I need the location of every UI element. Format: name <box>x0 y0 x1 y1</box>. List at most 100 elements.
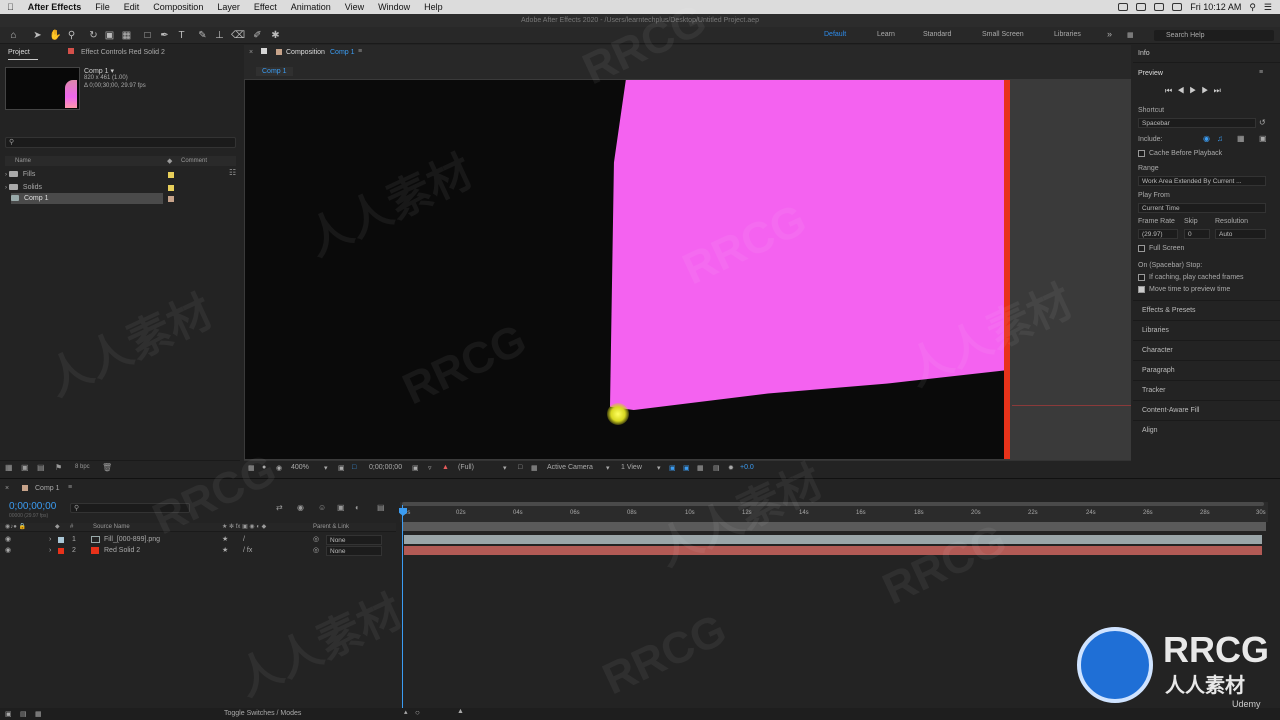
wifi-icon[interactable] <box>1154 3 1165 11</box>
timeline-current-time[interactable]: 0;00;00;00 <box>9 501 56 512</box>
zoom-in-icon[interactable]: ▲ <box>457 708 464 715</box>
section-character[interactable]: Character <box>1133 340 1280 360</box>
menu-file[interactable]: File <box>88 2 117 12</box>
col-source-name[interactable]: Source Name <box>93 524 130 530</box>
channel-icon[interactable]: ▲ <box>442 464 449 471</box>
work-area-bar[interactable] <box>402 522 1266 531</box>
snapshot-icon[interactable]: ● <box>262 464 266 471</box>
workspace-standard[interactable]: Standard <box>923 31 951 38</box>
region-of-interest-icon[interactable]: □ <box>518 464 522 471</box>
effects-switch-icon[interactable]: / fx <box>243 545 252 556</box>
label-color[interactable] <box>168 185 174 191</box>
timeline-comp-tab[interactable]: Comp 1 <box>35 485 60 492</box>
adjust-icon[interactable]: ⚑ <box>55 463 62 472</box>
new-folder-icon[interactable]: ▣ <box>21 463 29 472</box>
tab-project[interactable]: Project <box>8 49 30 56</box>
dropbox-icon[interactable] <box>1136 3 1147 11</box>
shy-switch-icon[interactable]: ★ <box>222 534 228 545</box>
interpret-footage-icon[interactable]: ▦ <box>5 463 13 472</box>
section-paragraph[interactable]: Paragraph <box>1133 360 1280 380</box>
show-snapshot-icon[interactable]: ▿ <box>428 464 432 472</box>
panel-menu-icon[interactable]: ≡ <box>68 484 72 491</box>
section-tracker[interactable]: Tracker <box>1133 380 1280 400</box>
frame-icon[interactable]: ▦ <box>35 710 42 718</box>
shy-icon[interactable]: ☺ <box>318 503 326 512</box>
if-caching-checkbox[interactable] <box>1138 274 1145 281</box>
label-color[interactable] <box>168 196 174 202</box>
visibility-eye-icon[interactable]: ◉ <box>5 545 11 556</box>
menu-app[interactable]: After Effects <box>21 2 89 12</box>
fit-icon[interactable]: ▣ <box>338 464 345 472</box>
chevron-down-icon[interactable]: ▾ <box>606 464 610 472</box>
chevron-down-icon[interactable]: ▾ <box>657 464 661 472</box>
camera-snapshot-icon[interactable]: ▣ <box>412 464 419 472</box>
chevron-down-icon[interactable]: ▾ <box>324 464 328 472</box>
close-icon[interactable]: × <box>249 49 253 56</box>
resolution-select[interactable]: Auto <box>1215 229 1266 239</box>
chevron-right-icon[interactable]: › <box>5 172 7 178</box>
motion-blur-icon[interactable]: ◐ <box>355 503 360 512</box>
panel-menu-icon[interactable]: ≡ <box>358 48 362 55</box>
visibility-eye-icon[interactable]: ◉ <box>5 534 11 545</box>
label-tag-icon[interactable]: ◆ <box>167 157 172 165</box>
cache-before-playback-checkbox[interactable] <box>1138 150 1145 157</box>
parent-select[interactable]: None <box>326 546 382 556</box>
col-number[interactable]: # <box>70 524 73 530</box>
project-search-input[interactable]: ⚲ <box>5 137 236 148</box>
lock-icon[interactable] <box>261 48 267 54</box>
battery-icon[interactable] <box>1172 3 1183 11</box>
draft-3d-icon[interactable]: ◉ <box>297 503 304 512</box>
zoom-slider[interactable]: ○ <box>415 708 420 717</box>
workspace-small-screen[interactable]: Small Screen <box>982 31 1024 38</box>
new-comp-icon[interactable]: ▤ <box>37 463 45 472</box>
col-parent[interactable]: Parent & Link <box>313 524 349 530</box>
menu-view[interactable]: View <box>338 2 371 12</box>
rotate-tool-icon[interactable]: ↻ <box>88 30 99 41</box>
pink-fill-layer[interactable] <box>610 80 1005 410</box>
comp-canvas[interactable] <box>245 80 1005 459</box>
selection-tool-icon[interactable]: ➤ <box>32 30 43 41</box>
shy-switch-icon[interactable]: ★ <box>222 545 228 556</box>
red-solid-layer-edge[interactable] <box>1004 80 1010 459</box>
workspace-learn[interactable]: Learn <box>877 31 895 38</box>
layer-row-1[interactable]: ◉ › 1 Fill_[000-899].png ★ / ◎ None <box>0 534 396 545</box>
parent-select[interactable]: None <box>326 535 382 545</box>
fast-preview-icon[interactable]: ▦ <box>697 464 704 472</box>
trash-icon[interactable]: 🗑 <box>102 463 112 472</box>
range-select[interactable]: Work Area Extended By Current ... <box>1138 176 1266 186</box>
layer-row-2[interactable]: ◉ › 2 Red Solid 2 ★ / fx ◎ None <box>0 545 396 556</box>
label-color[interactable] <box>168 172 174 178</box>
menu-window[interactable]: Window <box>371 2 417 12</box>
pick-whip-icon[interactable]: ◎ <box>313 534 319 545</box>
eraser-tool-icon[interactable]: ⌫ <box>231 30 245 41</box>
menu-layer[interactable]: Layer <box>210 2 247 12</box>
camera-tool-icon[interactable]: ▣ <box>104 30 115 41</box>
flowchart-icon[interactable]: ☷ <box>229 168 236 177</box>
col-name[interactable]: Name <box>15 158 31 164</box>
exposure-reset-icon[interactable]: ✹ <box>728 464 734 472</box>
project-item-comp-1[interactable]: Comp 1 <box>11 193 163 204</box>
menu-effect[interactable]: Effect <box>247 2 284 12</box>
reset-icon[interactable]: ↺ <box>1259 118 1266 127</box>
tab-composition-name[interactable]: Comp 1 <box>330 49 355 56</box>
composition-viewer[interactable] <box>244 79 1131 460</box>
layer-label-color[interactable] <box>58 537 64 543</box>
resolution-select[interactable]: (Full) <box>458 464 474 471</box>
roto-brush-tool-icon[interactable]: ✐ <box>252 30 263 41</box>
quality-switch-icon[interactable]: / <box>243 534 245 545</box>
layer-name[interactable]: Red Solid 2 <box>104 545 140 556</box>
status-icon[interactable] <box>1118 3 1129 11</box>
menu-composition[interactable]: Composition <box>146 2 210 12</box>
comp-info-name[interactable]: Comp 1 ▾ <box>84 67 114 75</box>
col-comment[interactable]: Comment <box>181 158 207 164</box>
search-help-input[interactable]: Search Help <box>1154 30 1274 41</box>
include-video-icon[interactable]: ◉ <box>1203 134 1210 143</box>
section-content-aware-fill[interactable]: Content-Aware Fill <box>1133 400 1280 420</box>
include-overlays-icon[interactable]: ▦ <box>1237 134 1245 143</box>
tab-effect-controls[interactable]: Effect Controls Red Solid 2 <box>81 49 165 56</box>
info-tab[interactable]: Info <box>1138 50 1150 57</box>
frame-blending-icon[interactable]: ▣ <box>337 503 345 512</box>
layer-1-duration-bar[interactable] <box>404 535 1262 544</box>
section-effects-presets[interactable]: Effects & Presets <box>1133 300 1280 320</box>
playback-controls-icon[interactable]: ⏮◀▶▶⏭ <box>1165 86 1226 96</box>
